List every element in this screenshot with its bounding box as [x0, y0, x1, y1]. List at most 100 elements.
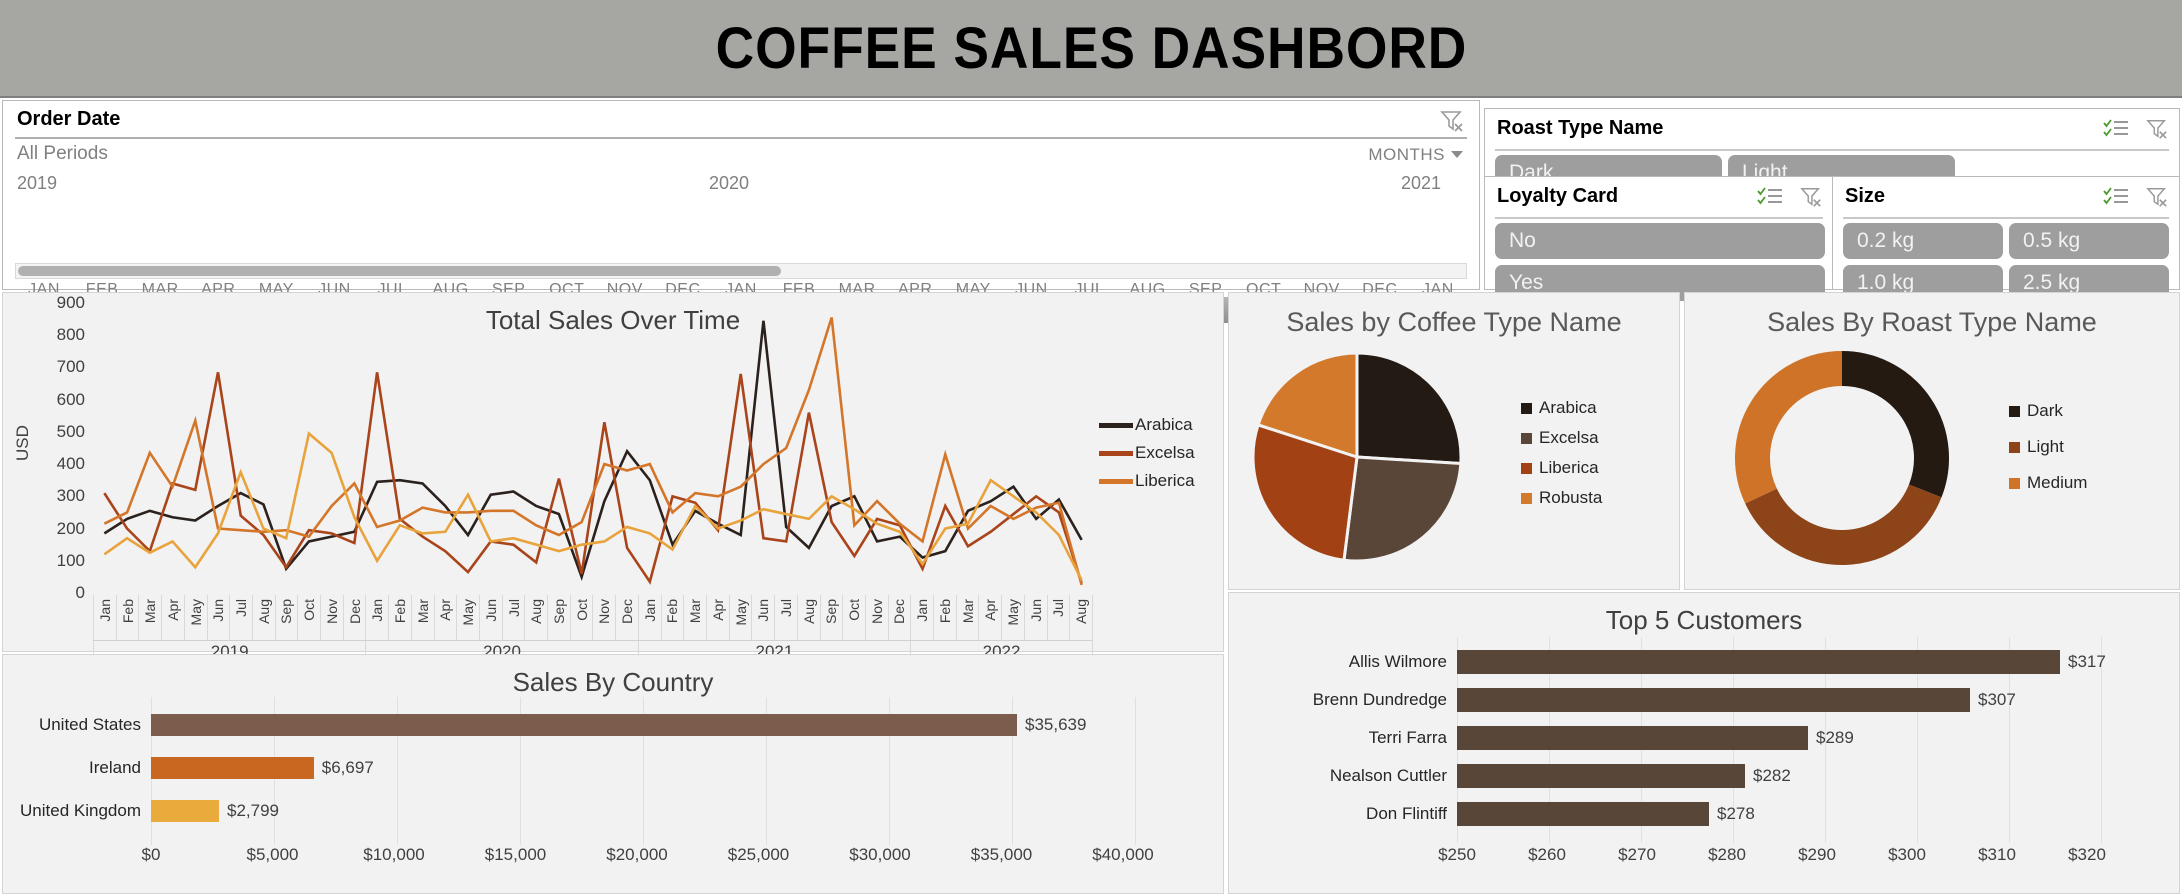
- x-tick-month: Oct: [842, 595, 865, 640]
- bar-value-label: $278: [1717, 804, 1755, 823]
- pie-slice-arabica[interactable]: [1355, 351, 1463, 466]
- clear-filter-icon[interactable]: [2145, 186, 2169, 213]
- legend-swatch-icon: [1521, 492, 1532, 504]
- pie-slice-excelsa[interactable]: [1342, 455, 1463, 563]
- chart-legend: Arabica Excelsa Liberica: [1099, 411, 1211, 495]
- bar-track: $2,799: [151, 790, 1211, 833]
- x-tick-month: Jan: [910, 595, 933, 640]
- timeline-scroll-thumb[interactable]: [18, 266, 781, 276]
- x-tick-label: $290: [1798, 845, 1836, 864]
- bar-row: United Kingdom $2,799: [3, 790, 1211, 833]
- multi-select-icon[interactable]: [2103, 186, 2129, 213]
- x-tick-month: Dec: [887, 595, 911, 640]
- slicer-icon-group: [2103, 186, 2169, 213]
- chart-sales-by-coffee-type-name[interactable]: Sales by Coffee Type Name Arabica Excelsa…: [1228, 292, 1680, 590]
- timeline-subheader: All Periods MONTHS: [3, 137, 1479, 173]
- slicer-item-no[interactable]: No: [1495, 223, 1825, 259]
- x-tick-label: $320: [2068, 845, 2106, 864]
- timeline-scrollbar[interactable]: [15, 263, 1467, 279]
- legend-swatch-icon: [2009, 405, 2020, 417]
- timeline-year-2019: 2019: [17, 173, 58, 193]
- bar[interactable]: [1457, 650, 2060, 674]
- x-tick-month: Oct: [297, 595, 320, 640]
- x-tick-label: $25,000: [727, 845, 790, 864]
- x-tick-month: Apr: [978, 595, 1001, 640]
- legend-item: Arabica: [1521, 393, 1602, 423]
- bar-row: Brenn Dundredge $307: [1229, 681, 2165, 719]
- bar[interactable]: [1457, 764, 1745, 788]
- slicer-title: Loyalty Card: [1497, 185, 1619, 207]
- legend-swatch-icon: [1099, 450, 1133, 456]
- legend-swatch-icon: [1099, 478, 1133, 484]
- chart-total-sales-over-time[interactable]: Total Sales Over Time USD 0 100 200 300 400 5…: [2, 292, 1224, 665]
- slicer-title: Roast Type Name: [1497, 117, 1664, 139]
- donut-segment-dark[interactable]: [1841, 351, 1949, 498]
- x-tick-month: Sep: [547, 595, 570, 640]
- x-tick-month: Mar: [138, 595, 161, 640]
- x-tick-month: Jul: [229, 595, 252, 640]
- bar-track: $317: [1457, 643, 2165, 681]
- chart-title: Sales by Coffee Type Name: [1286, 307, 1622, 337]
- slicer-item-list: No Yes: [1495, 223, 1825, 301]
- clear-filter-icon[interactable]: [2145, 118, 2169, 145]
- x-tick-label: $300: [1888, 845, 1926, 864]
- slicer-loyalty-card[interactable]: Loyalty Card No Yes: [1484, 176, 1834, 301]
- legend-swatch-icon: [1099, 422, 1133, 428]
- line-series-arabica: [104, 321, 1081, 577]
- bar[interactable]: [151, 756, 314, 779]
- bar[interactable]: [1457, 802, 1709, 826]
- x-tick-month: Aug: [251, 595, 275, 640]
- legend-item: Excelsa: [1099, 439, 1211, 467]
- chart-top-5-customers[interactable]: Top 5 Customers Allis Wilmore $317 Brenn D…: [1228, 592, 2180, 894]
- timeline-level-selector[interactable]: MONTHS: [1368, 145, 1445, 165]
- x-tick-label: $40,000: [1092, 845, 1154, 864]
- slicer-item-0-2-kg[interactable]: 0.2 kg: [1843, 223, 2003, 259]
- x-tick-month: May: [728, 595, 752, 640]
- timeline-year-2020: 2020: [709, 173, 750, 193]
- multi-select-icon[interactable]: [2103, 118, 2129, 145]
- y-axis-label: USD: [13, 425, 32, 461]
- x-tick-month: May: [456, 595, 479, 640]
- chart-title: Sales By Roast Type Name: [1767, 307, 2097, 337]
- x-tick-month: Feb: [115, 595, 139, 640]
- slicer-item-0-5-kg[interactable]: 0.5 kg: [2009, 223, 2169, 259]
- clear-filter-icon[interactable]: [1799, 186, 1823, 213]
- bar-value-label: $6,697: [321, 757, 374, 777]
- bar[interactable]: [1457, 688, 1970, 712]
- timeline-all-periods-label: All Periods: [17, 143, 108, 164]
- x-tick-label: $250: [1438, 845, 1476, 864]
- donut-segment-light[interactable]: [1745, 483, 1942, 565]
- x-tick-month: Jan: [365, 595, 388, 640]
- slicer-icon-group: [1757, 186, 1823, 213]
- multi-select-icon[interactable]: [1757, 186, 1783, 213]
- bar-value-label: $317: [2068, 652, 2106, 671]
- bar-rows: Allis Wilmore $317 Brenn Dundredge $307 Terr…: [1229, 643, 2165, 833]
- chart-sales-by-country[interactable]: Sales By Country United States $35,639 Ire…: [2, 654, 1224, 894]
- chart-title: Top 5 Customers: [1605, 605, 1803, 635]
- bar-track: $6,697: [151, 746, 1211, 789]
- x-tick-label: $5,000: [246, 845, 299, 864]
- bar[interactable]: [151, 713, 1018, 736]
- chart-legend: Dark Light Medium: [2009, 393, 2087, 501]
- legend-item: Dark: [2009, 393, 2087, 429]
- x-tick-month: Aug: [796, 595, 820, 640]
- bar-category-label: Allis Wilmore: [1348, 652, 1447, 671]
- legend-swatch-icon: [2009, 477, 2020, 489]
- legend-label: Excelsa: [1539, 428, 1599, 447]
- clear-filter-icon[interactable]: [1439, 109, 1465, 133]
- donut-segment-medium[interactable]: [1735, 351, 1843, 504]
- y-axis-ticks: 0 100 200 300 400 500 600 700 800 900: [33, 293, 85, 602]
- bar-category-label: Nealson Cuttler: [1329, 766, 1447, 785]
- y-tick-label: 0: [75, 583, 85, 602]
- bar-track: $278: [1457, 795, 2165, 833]
- chevron-down-icon[interactable]: [1451, 151, 1463, 158]
- chart-sales-by-roast-type-name[interactable]: Sales By Roast Type Name Dark Light Medium: [1684, 292, 2180, 590]
- bar[interactable]: [151, 800, 220, 823]
- slicer-size[interactable]: Size 0.2 kg 0.5 kg 1.0 kg 2.5 kg: [1832, 176, 2180, 301]
- bar[interactable]: [1457, 726, 1808, 750]
- x-tick-month: Jun: [206, 595, 230, 640]
- order-date-timeline-slicer[interactable]: Order Date All Periods MONTHS 2019 2020 …: [2, 100, 1480, 323]
- x-tick-month: Mar: [955, 595, 979, 640]
- slicer-header: Loyalty Card: [1485, 177, 1833, 219]
- legend-item: Excelsa: [1521, 423, 1602, 453]
